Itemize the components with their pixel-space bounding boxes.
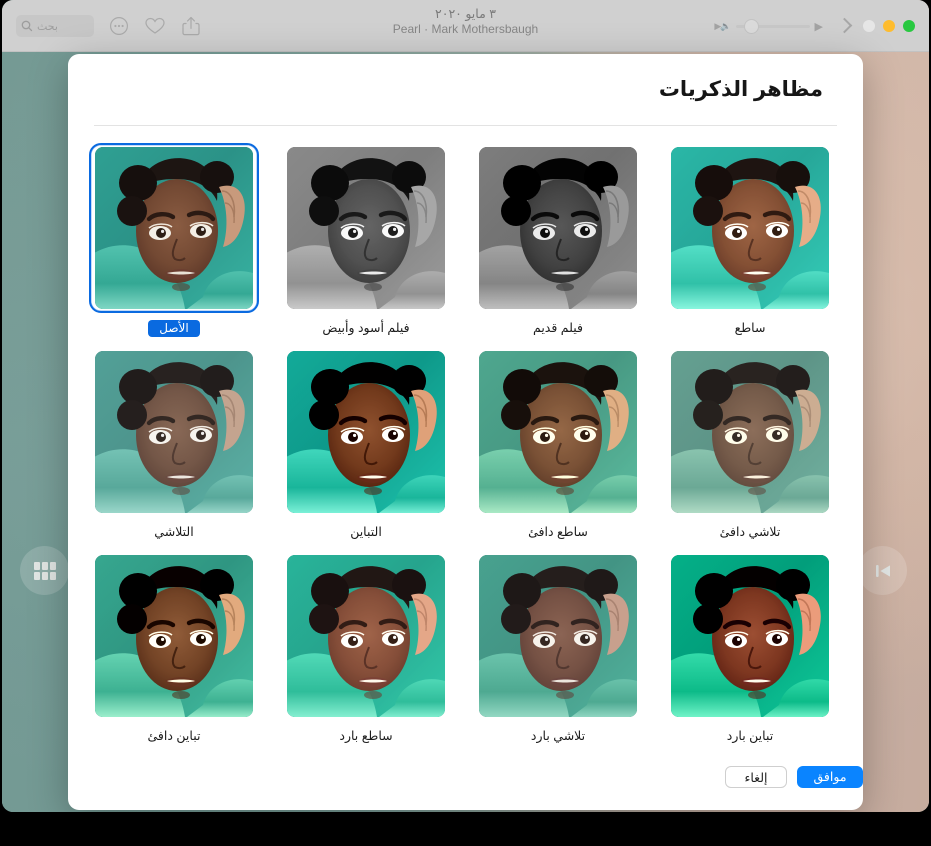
filter-option-selected[interactable]: الأصل: [89, 143, 259, 337]
search-placeholder: بحث: [37, 20, 58, 33]
volume-low-icon: 🔈▶: [714, 21, 730, 32]
filter-thumbnail-image: [287, 555, 445, 717]
screen: ▶ 🔈▶ ٣ مايو ٢٠٢٠ Pearl · Mark Mothersbau…: [0, 0, 931, 846]
filter-thumbnail-image: [479, 147, 637, 309]
volume-slider-knob[interactable]: [744, 19, 759, 34]
cancel-button[interactable]: إلغاء: [725, 766, 787, 788]
filter-option[interactable]: ساطع بارد: [281, 551, 451, 745]
search-icon: [21, 20, 33, 32]
filter-thumbnail-frame[interactable]: [473, 143, 643, 313]
chevron-next-icon[interactable]: [833, 16, 853, 36]
filter-thumbnail-image: [479, 555, 637, 717]
more-options-icon[interactable]: [108, 15, 130, 37]
filter-grid: ساطع فيلم قديم: [96, 143, 835, 745]
filter-label: التلاشي: [154, 524, 193, 541]
toolbar-right-group: ▶ 🔈▶: [714, 0, 919, 52]
window-traffic-lights[interactable]: [863, 20, 915, 32]
filter-option[interactable]: تلاشي بارد: [473, 551, 643, 745]
filter-thumbnail-image: [671, 555, 829, 717]
filter-thumbnail-frame[interactable]: [473, 347, 643, 517]
filter-label: تلاشي دافئ: [720, 524, 781, 541]
filter-option[interactable]: ساطع دافئ: [473, 347, 643, 541]
filter-thumbnail-image: [95, 147, 253, 309]
filter-thumbnail-frame[interactable]: [281, 143, 451, 313]
filter-option[interactable]: تلاشي دافئ: [665, 347, 835, 541]
filter-option[interactable]: تباين دافئ: [89, 551, 259, 745]
app-toolbar: ▶ 🔈▶ ٣ مايو ٢٠٢٠ Pearl · Mark Mothersbau…: [2, 0, 929, 52]
confirm-button[interactable]: موافق: [797, 766, 863, 788]
filter-thumbnail-frame[interactable]: [89, 347, 259, 517]
filter-thumbnail-image: [95, 351, 253, 513]
search-input[interactable]: بحث: [16, 15, 94, 37]
filter-thumbnail-image: [671, 147, 829, 309]
filter-label: ساطع بارد: [339, 728, 392, 745]
filter-label: ساطع دافئ: [528, 524, 588, 541]
dialog-title: مظاهر الذكريات: [68, 54, 863, 125]
filter-label: ساطع: [735, 320, 766, 337]
memory-looks-dialog: مظاهر الذكريات: [68, 54, 863, 810]
filter-option[interactable]: تباين بارد: [665, 551, 835, 745]
filter-thumbnail-image: [287, 147, 445, 309]
filter-thumbnail-image: [479, 351, 637, 513]
filter-thumbnail-image: [287, 351, 445, 513]
filter-thumbnail-frame[interactable]: [665, 143, 835, 313]
filter-thumbnail-frame[interactable]: [89, 551, 259, 721]
volume-slider-track[interactable]: [736, 25, 810, 28]
volume-high-icon: ▶: [815, 20, 823, 33]
filter-label: تباين دافئ: [148, 728, 201, 745]
filter-thumbnail-frame[interactable]: [89, 143, 259, 313]
minimize-button[interactable]: [883, 20, 895, 32]
filter-thumbnail-frame[interactable]: [281, 347, 451, 517]
filter-label-badge: الأصل: [148, 320, 199, 337]
volume-slider[interactable]: ▶ 🔈▶: [714, 20, 823, 33]
filter-label: تباين بارد: [727, 728, 773, 745]
filter-thumbnail-frame[interactable]: [665, 347, 835, 517]
filter-thumbnail-image: [671, 351, 829, 513]
skip-back-button[interactable]: [858, 546, 907, 595]
filter-label: تلاشي بارد: [531, 728, 585, 745]
filter-thumbnail-frame[interactable]: [473, 551, 643, 721]
grid-view-button[interactable]: [20, 546, 69, 595]
share-icon[interactable]: [180, 15, 202, 37]
filter-thumbnail-image: [95, 555, 253, 717]
dialog-footer: موافق إلغاء: [68, 752, 863, 810]
filter-label: فيلم أسود وأبيض: [322, 320, 409, 337]
filter-option[interactable]: التباين: [281, 347, 451, 541]
filter-option[interactable]: فيلم أسود وأبيض: [281, 143, 451, 337]
zoom-button[interactable]: [903, 20, 915, 32]
filter-option[interactable]: التلاشي: [89, 347, 259, 541]
filter-option[interactable]: فيلم قديم: [473, 143, 643, 337]
filter-label: التباين: [350, 524, 382, 541]
heart-icon[interactable]: [144, 15, 166, 37]
filter-option[interactable]: ساطع: [665, 143, 835, 337]
filter-thumbnail-frame[interactable]: [281, 551, 451, 721]
dialog-body: ساطع فيلم قديم: [68, 126, 863, 752]
toolbar-left-group: بحث: [16, 0, 202, 52]
filter-thumbnail-frame[interactable]: [665, 551, 835, 721]
grid-icon: [34, 562, 56, 580]
filter-label: فيلم قديم: [533, 320, 583, 337]
close-button[interactable]: [863, 20, 875, 32]
skip-back-icon: [872, 560, 894, 582]
